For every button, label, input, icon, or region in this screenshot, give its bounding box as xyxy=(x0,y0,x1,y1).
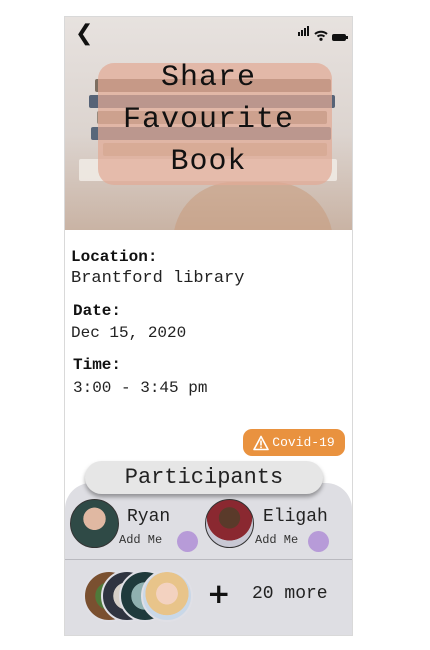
avatar xyxy=(141,570,193,622)
location-value: Brantford library xyxy=(71,269,245,288)
participants-heading: Participants xyxy=(85,461,323,494)
hand-image xyxy=(173,182,333,230)
participant-name: Ryan xyxy=(127,507,171,527)
participant-name: Eligah xyxy=(263,507,328,527)
phone-screen: Share Favourite Book ❮ Location: Brantfo… xyxy=(64,16,353,636)
add-me-button[interactable] xyxy=(308,531,329,552)
page-title-line-1: Share xyxy=(160,61,256,95)
covid-badge[interactable]: Covid-19 xyxy=(243,429,345,456)
add-me-label: Add Me xyxy=(255,533,299,547)
date-label: Date: xyxy=(73,302,122,320)
back-arrow-icon[interactable]: ❮ xyxy=(75,21,93,46)
wifi-icon xyxy=(314,30,328,41)
page-title-line-2: Favourite xyxy=(122,103,295,137)
battery-icon xyxy=(332,34,348,41)
page-title-line-3: Book xyxy=(170,145,247,179)
hero-image: Share Favourite Book ❮ xyxy=(65,17,352,230)
divider xyxy=(65,559,352,560)
signal-icon xyxy=(298,23,310,41)
add-me-label: Add Me xyxy=(119,533,163,547)
time-value: 3:00 - 3:45 pm xyxy=(73,379,208,397)
status-bar xyxy=(298,23,348,41)
covid-badge-label: Covid-19 xyxy=(272,435,335,450)
avatar xyxy=(205,499,254,548)
add-me-button[interactable] xyxy=(177,531,198,552)
more-participants-label[interactable]: 20 more xyxy=(252,584,328,604)
time-label: Time: xyxy=(73,356,122,374)
plus-icon[interactable]: + xyxy=(207,577,230,610)
location-label: Location: xyxy=(71,248,158,266)
date-value: Dec 15, 2020 xyxy=(71,324,187,342)
avatar xyxy=(70,499,119,548)
warning-icon xyxy=(253,435,270,450)
